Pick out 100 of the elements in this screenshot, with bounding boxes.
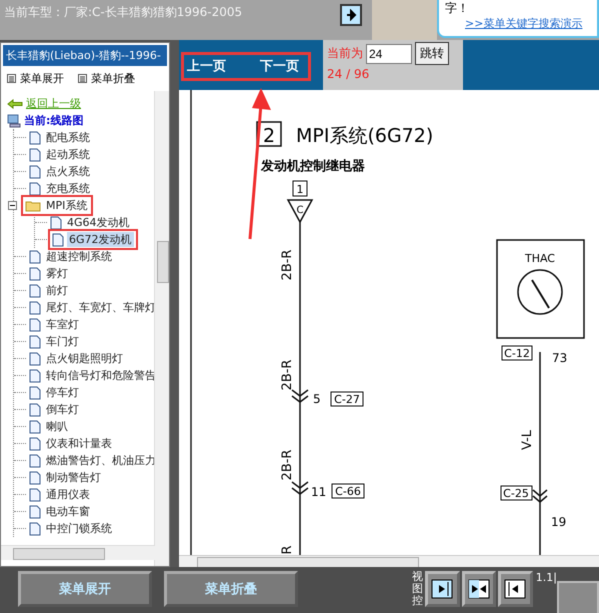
- section-number: 2: [256, 121, 282, 147]
- jump-button[interactable]: 跳转: [415, 42, 449, 65]
- pin-number: 73: [552, 351, 568, 365]
- tree-item[interactable]: 4G64发动机: [65, 215, 132, 230]
- page-icon: [29, 250, 41, 264]
- view-right-button[interactable]: [425, 571, 460, 607]
- page-icon: [29, 402, 41, 416]
- wire-label: 2B-R: [280, 450, 295, 480]
- computer-icon: [7, 114, 21, 128]
- page-count: 24 / 96: [327, 67, 370, 81]
- page-icon: [29, 368, 41, 382]
- tree-item[interactable]: 车门灯: [44, 334, 81, 349]
- zoom-value: 1.1|: [536, 571, 557, 584]
- tree-item[interactable]: 通用仪表: [44, 487, 92, 502]
- tree-item[interactable]: 倒车灯: [44, 402, 81, 417]
- tree-item[interactable]: 仪表和计量表: [44, 436, 114, 451]
- page-icon: [29, 182, 41, 196]
- page-icon: [29, 488, 41, 502]
- page-icon: [29, 334, 41, 348]
- back-link[interactable]: 返回上一级: [26, 96, 81, 111]
- menu-link[interactable]: 菜单展开: [20, 71, 64, 86]
- view-control-label: 视图控: [412, 571, 424, 608]
- page-icon: [29, 454, 41, 468]
- search-demo-link[interactable]: >>菜单关键字搜索演示: [465, 16, 597, 31]
- diagram-subtitle: 发动机控制继电器: [261, 159, 365, 174]
- arrow-button[interactable]: [340, 4, 362, 26]
- tree-item[interactable]: 点火系统: [44, 164, 92, 179]
- page-icon: [52, 232, 64, 246]
- page-icon: [29, 284, 41, 298]
- vertical-scrollbar[interactable]: [154, 91, 169, 566]
- tree-item[interactable]: 停车灯: [44, 385, 81, 400]
- vehicle-title: 当前车型：厂家:C-长丰猎豹猎豹1996-2005: [3, 4, 244, 21]
- pin-number: 19: [551, 515, 566, 529]
- tree-item[interactable]: 超速控制系统: [44, 249, 114, 264]
- page-icon: [29, 148, 41, 162]
- menu-link[interactable]: 菜单折叠: [91, 71, 135, 86]
- horizontal-scrollbar[interactable]: [179, 555, 599, 567]
- gauge-drawing: [517, 269, 563, 315]
- tree-item[interactable]: 前灯: [44, 283, 70, 298]
- align-center-icon: [468, 579, 490, 599]
- right-arrow-icon: [345, 9, 357, 21]
- page-icon: [29, 266, 41, 280]
- page-icon: [29, 386, 41, 400]
- wire-label: 2B-R: [280, 360, 295, 390]
- page-icon: [29, 352, 41, 366]
- collapse-toggle[interactable]: [8, 201, 20, 210]
- tree-item[interactable]: MPI系统: [44, 198, 90, 213]
- page-input[interactable]: 24: [366, 44, 412, 64]
- prev-page-link[interactable]: 上一页: [187, 57, 226, 75]
- wire-label: 2B-R: [280, 250, 295, 280]
- page-icon: [29, 504, 41, 518]
- current-page-label: 当前为: [327, 45, 363, 62]
- align-left-icon: [504, 579, 526, 599]
- pin-number: 5: [313, 392, 321, 406]
- sidebar-title: 长丰猎豹(Liebao)-猎豹--1996-: [3, 45, 167, 66]
- sensor-label: THAC: [525, 252, 555, 265]
- page-icon: [29, 318, 41, 332]
- view-center-button[interactable]: [462, 571, 496, 607]
- cartoon-placeholder: [372, 0, 437, 40]
- tree-item[interactable]: 喇叭: [44, 419, 70, 434]
- horizontal-scrollbar[interactable]: [1, 545, 155, 560]
- list-icon: [7, 74, 16, 83]
- tree-root-label: 当前:线路图: [24, 113, 84, 128]
- connector-tag: C-66: [332, 484, 364, 498]
- page-icon: [29, 436, 41, 450]
- tree-item[interactable]: 电动车窗: [44, 504, 92, 519]
- diagram-title: MPI系统(6G72): [296, 125, 434, 147]
- tree-item[interactable]: 转向信号灯和危险警告: [44, 368, 157, 383]
- folder-icon: [25, 200, 41, 212]
- tree-item[interactable]: 中控门锁系统: [44, 521, 114, 536]
- terminal-number: 1: [292, 180, 308, 196]
- page-icon: [50, 216, 62, 230]
- tree-item[interactable]: 起动系统: [44, 147, 92, 162]
- list-icon: [78, 74, 87, 83]
- page-icon: [29, 164, 41, 178]
- tree-item[interactable]: 6G72发动机: [67, 232, 134, 247]
- next-page-link[interactable]: 下一页: [260, 57, 299, 75]
- tree-item[interactable]: 点火钥匙照明灯: [44, 351, 125, 366]
- tree-item[interactable]: 车室灯: [44, 317, 81, 332]
- wire-label: V-L: [520, 430, 535, 450]
- back-arrow-icon: [7, 98, 23, 108]
- page-icon: [29, 420, 41, 434]
- tree-item[interactable]: 尾灯、车宽灯、车牌灯: [44, 300, 157, 315]
- pin-number: 11: [311, 485, 326, 499]
- tree-item[interactable]: 配电系统: [44, 130, 92, 145]
- tree-item[interactable]: 雾灯: [44, 266, 70, 281]
- tree-item[interactable]: 制动警告灯: [44, 470, 103, 485]
- connector-tag: C-12: [502, 346, 532, 360]
- tree-item[interactable]: 充电系统: [44, 181, 92, 196]
- bubble-text: 字！: [445, 0, 470, 16]
- connector-tag: C-27: [330, 392, 364, 406]
- page-icon: [29, 522, 41, 536]
- connector-symbol: C: [286, 199, 314, 224]
- page-icon: [29, 470, 41, 484]
- wire-label: R: [280, 545, 295, 555]
- view-left-button[interactable]: [498, 571, 533, 607]
- page-icon: [29, 130, 41, 144]
- align-right-icon: [431, 579, 454, 599]
- page-icon: [29, 300, 41, 314]
- connector-tag: C-25: [500, 486, 532, 500]
